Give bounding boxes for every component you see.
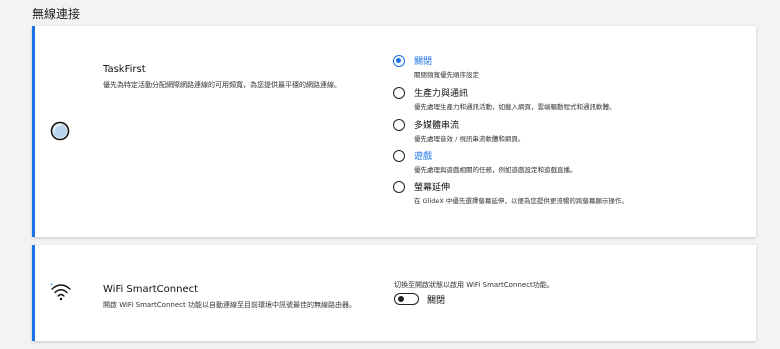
wifi-icon	[50, 283, 71, 301]
option-label: 生產力與通訊	[414, 89, 469, 99]
toggle-knob	[397, 296, 404, 302]
option-description: 關閉頻寬優先順序設定	[414, 71, 479, 79]
wifi-smartconnect-description: 開啟 WiFi SmartConnect 功能以自動連線至目前環境中訊號最佳的無…	[103, 301, 356, 309]
radio-button[interactable]	[393, 150, 405, 162]
option-label: 螢幕延伸	[414, 183, 451, 193]
option-label: 遊戲	[414, 152, 433, 162]
option-description: 優先處理生產力和通訊活動，如載入網頁，雲端驅動程式和通訊軟體。	[414, 103, 616, 111]
option-description: 優先處理音效 / 視訊串流軟體和網頁。	[414, 135, 525, 143]
wifi-smartconnect-title: WiFi SmartConnect	[103, 284, 199, 295]
radio-button[interactable]	[393, 55, 405, 67]
taskfirst-gauge-icon	[50, 121, 70, 141]
card-accent-bar	[32, 26, 35, 237]
radio-button[interactable]	[393, 181, 405, 193]
toggle-state-label: 關閉	[427, 296, 446, 306]
wifi-smartconnect-card: WiFi SmartConnect 開啟 WiFi SmartConnect 功…	[32, 245, 756, 341]
section-title: 無線連接	[32, 7, 81, 21]
option-label: 多媒體串流	[414, 121, 460, 131]
radio-button[interactable]	[393, 119, 405, 131]
taskfirst-card: TaskFirst 優先為特定活動分配網際網路連線的可用頻寬，為您提供最平穩的網…	[32, 26, 756, 237]
wifi-smartconnect-toggle[interactable]	[394, 293, 419, 305]
taskfirst-description: 優先為特定活動分配網際網路連線的可用頻寬，為您提供最平穩的網路連線。	[103, 81, 341, 89]
wifi-toggle-hint: 切換至開啟狀態以啟用 WiFi SmartConnect功能。	[394, 281, 554, 289]
card-accent-bar	[32, 245, 35, 341]
radio-button[interactable]	[393, 87, 405, 99]
option-description: 優先處理與遊戲相關的任務，例如遊戲設定和遊戲直播。	[414, 166, 577, 174]
option-description: 在 GlideX 中優先選擇螢幕延伸，以便為您提供更流暢的跨螢幕顯示操作。	[414, 197, 628, 205]
option-label: 關閉	[414, 57, 433, 67]
taskfirst-title: TaskFirst	[103, 64, 146, 75]
